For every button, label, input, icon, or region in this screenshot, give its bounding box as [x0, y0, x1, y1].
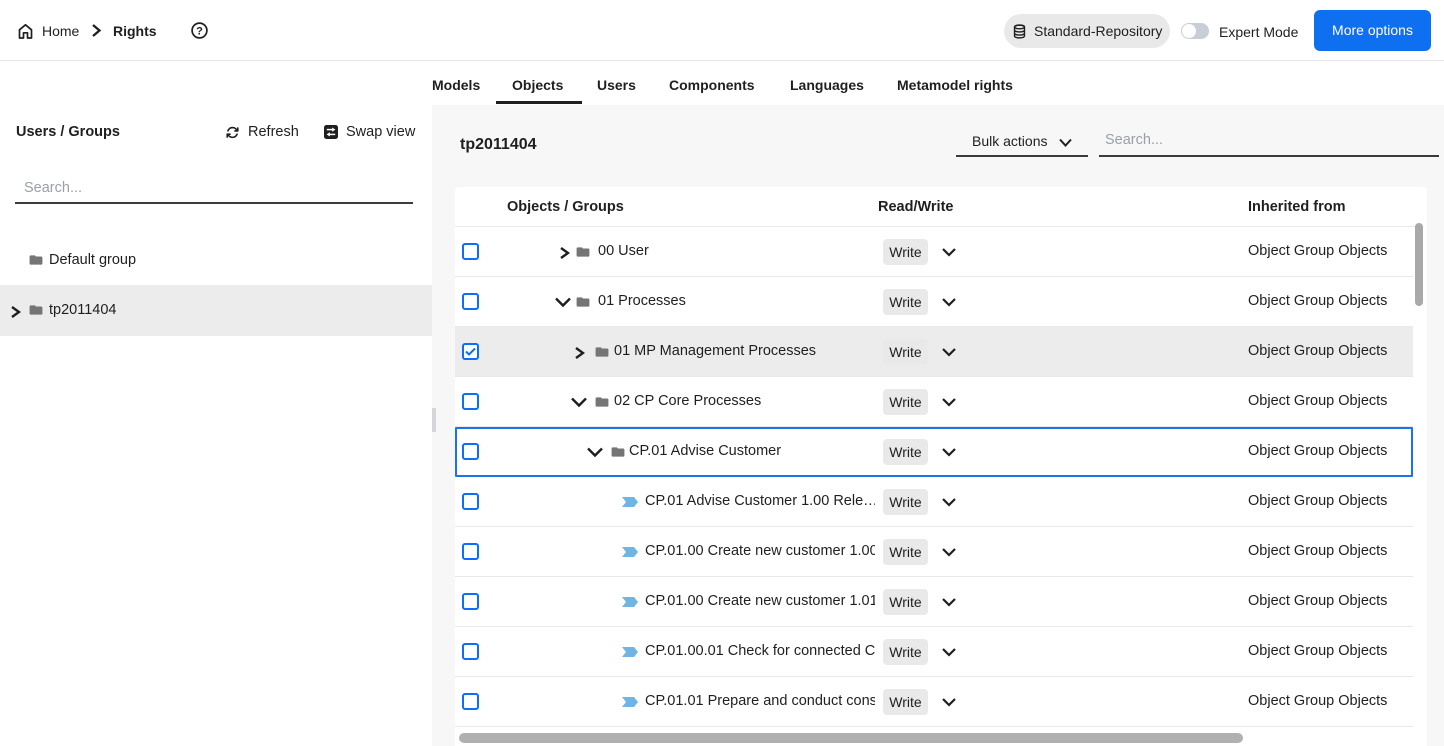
svg-text:?: ? — [196, 26, 203, 38]
